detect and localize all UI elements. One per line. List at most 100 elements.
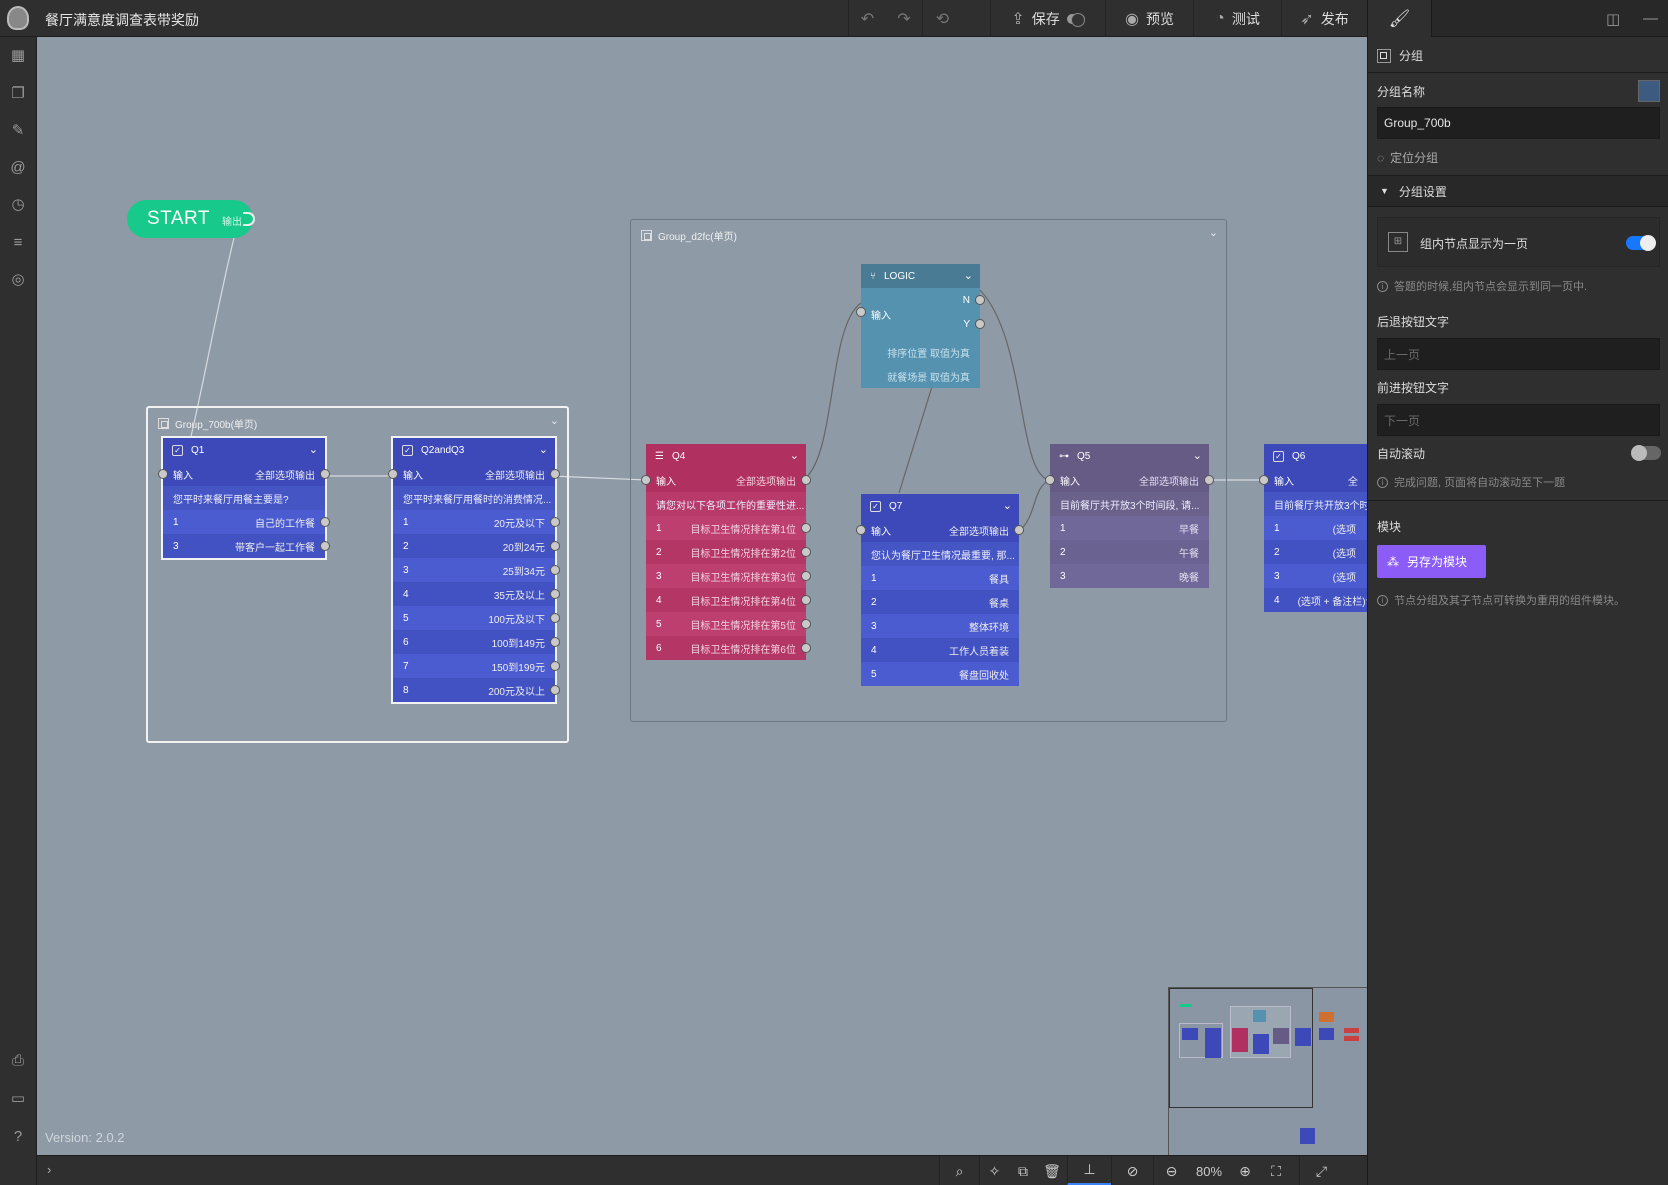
option-port[interactable] — [801, 523, 811, 533]
badge-icon[interactable]: ◎ — [8, 270, 28, 290]
option-port[interactable] — [550, 637, 560, 647]
folder-icon[interactable]: ▭ — [8, 1089, 28, 1109]
input-port[interactable] — [641, 475, 651, 485]
option-port[interactable] — [801, 571, 811, 581]
option-port[interactable] — [320, 541, 330, 551]
y-output-port[interactable] — [975, 319, 985, 329]
print-icon[interactable]: ⎙ — [8, 1051, 28, 1071]
help-icon[interactable]: ? — [8, 1127, 28, 1147]
group-name-input[interactable]: Group_700b — [1377, 107, 1660, 139]
node-q2andq3[interactable]: ✓ Q2andQ3 ⌄ 输入 全部选项输出 您平时来餐厅用餐时的消费情况... 1 20… — [388, 436, 560, 704]
autoscroll-toggle[interactable] — [1631, 445, 1661, 461]
output-port[interactable] — [550, 469, 560, 479]
node-q7[interactable]: ✓ Q7 ⌄ 输入 全部选项输出 您认为餐厅卫生情况最重要, 那... 1 餐具 2 餐桌… — [856, 494, 1024, 686]
minimap-node — [1344, 1028, 1359, 1033]
input-port[interactable] — [1045, 475, 1055, 485]
output-port[interactable] — [320, 469, 330, 479]
start-output-port[interactable] — [243, 212, 255, 226]
fullscreen-button[interactable]: ⤢ — [1299, 1156, 1343, 1185]
copy-button[interactable]: ⧉ — [1009, 1156, 1037, 1185]
option-port[interactable] — [550, 517, 560, 527]
option-port[interactable] — [801, 619, 811, 629]
node-logic[interactable]: ⑂ LOGIC ⌄ 输入 N Y 排序位置 取值为真 就餐场景 取值为真 — [856, 264, 985, 388]
zoom-out-button[interactable]: ⊖ — [1153, 1156, 1189, 1185]
chevron-down-icon[interactable]: ⌄ — [550, 414, 559, 427]
redo-button[interactable]: ↷ — [886, 0, 922, 37]
node-header[interactable]: ⑂ LOGIC ⌄ — [861, 264, 980, 288]
panel-layout-icon[interactable]: ◫ — [1606, 10, 1620, 28]
node-q1[interactable]: ✓ Q1 ⌄ 输入 全部选项输出 您平时来餐厅用餐主要是? 1 自己的工作餐 3 带客户一… — [158, 436, 330, 560]
option-port[interactable] — [550, 613, 560, 623]
search-button[interactable]: ⌕ — [939, 1156, 979, 1185]
n-output-port[interactable] — [975, 295, 985, 305]
option-port[interactable] — [801, 643, 811, 653]
output-port[interactable] — [1204, 475, 1214, 485]
group-color-swatch[interactable] — [1638, 80, 1660, 102]
option-port[interactable] — [550, 685, 560, 695]
option-port[interactable] — [550, 589, 560, 599]
option-port[interactable] — [550, 661, 560, 671]
flow-canvas[interactable]: START 输出 Group_700b(单页) ⌄ Group_d2fc(单页)… — [37, 37, 1367, 1155]
start-node[interactable]: START 输出 — [127, 200, 255, 238]
chevron-down-icon[interactable]: ⌄ — [964, 269, 973, 282]
input-port[interactable] — [388, 469, 398, 479]
input-port[interactable] — [856, 307, 866, 317]
single-page-toggle[interactable] — [1626, 235, 1656, 251]
node-q4[interactable]: ☰ Q4 ⌄ 输入 全部选项输出 请您对以下各项工作的重要性进... 1 目标卫生情况排… — [641, 444, 811, 660]
node-header[interactable]: ✓ Q6 — [1264, 444, 1367, 468]
chevron-down-icon[interactable]: ⌄ — [790, 449, 799, 462]
components-icon[interactable]: ▦ — [8, 46, 28, 66]
history-button[interactable]: ⟲ — [922, 0, 962, 37]
node-q6[interactable]: ✓ Q6 输入 全 目前餐厅共开放3个时 1 (选项 2 (选项 3 (选项 4 (选项 +… — [1259, 444, 1367, 612]
auto-layout-button[interactable]: ✧ — [979, 1156, 1009, 1185]
layers-icon[interactable]: ❐ — [8, 84, 28, 104]
group-settings-header[interactable]: ▼ 分组设置 — [1368, 176, 1668, 206]
back-text-input[interactable]: 上一页 — [1377, 338, 1660, 370]
node-header[interactable]: ⊶ Q5 ⌄ — [1050, 444, 1209, 468]
timer-icon[interactable]: ◷ — [8, 195, 28, 215]
at-icon[interactable]: @ — [8, 158, 28, 178]
next-text-input[interactable]: 下一页 — [1377, 404, 1660, 436]
option-port[interactable] — [801, 547, 811, 557]
chevron-down-icon[interactable]: ⌄ — [309, 443, 318, 456]
autosave-toggle[interactable] — [1066, 12, 1085, 27]
fit-button[interactable]: ⛶ — [1261, 1156, 1291, 1185]
align-button[interactable]: ⊥ — [1067, 1156, 1111, 1185]
zoom-in-button[interactable]: ⊕ — [1229, 1156, 1261, 1185]
minimap-viewport[interactable] — [1169, 988, 1313, 1108]
node-header[interactable]: ✓ Q2andQ3 ⌄ — [393, 438, 555, 462]
option-port[interactable] — [550, 565, 560, 575]
undo-button[interactable]: ↶ — [848, 0, 886, 37]
expand-icon[interactable]: › — [47, 1162, 51, 1177]
node-header[interactable]: ✓ Q1 ⌄ — [163, 438, 325, 462]
delete-button[interactable]: 🗑 — [1037, 1156, 1067, 1185]
minimize-icon[interactable]: — — [1643, 10, 1658, 27]
input-port[interactable] — [1259, 475, 1269, 485]
option-port[interactable] — [320, 517, 330, 527]
tab-style[interactable]: 🖌 — [1368, 0, 1432, 37]
output-port[interactable] — [801, 475, 811, 485]
save-button[interactable]: ⇪ 保存 — [990, 0, 1105, 37]
option-port[interactable] — [550, 541, 560, 551]
save-as-module-button[interactable]: ⁂ 另存为模块 — [1377, 545, 1486, 578]
publish-button[interactable]: ➶ 发布 — [1281, 0, 1367, 37]
locate-group-link[interactable]: ◌ 定位分组 — [1377, 149, 1438, 166]
preview-button[interactable]: ◉ 预览 — [1105, 0, 1193, 37]
input-port[interactable] — [158, 469, 168, 479]
input-port[interactable] — [856, 525, 866, 535]
chevron-down-icon[interactable]: ⌄ — [1209, 226, 1218, 239]
chevron-down-icon[interactable]: ⌄ — [1193, 449, 1202, 462]
option-port[interactable] — [801, 595, 811, 605]
test-button[interactable]: ◔ 测试 — [1193, 0, 1281, 37]
chevron-down-icon[interactable]: ⌄ — [539, 443, 548, 456]
chevron-down-icon[interactable]: ⌄ — [1003, 499, 1012, 512]
node-header[interactable]: ✓ Q7 ⌄ — [861, 494, 1019, 518]
output-port[interactable] — [1014, 525, 1024, 535]
hide-button[interactable]: ⊘ — [1111, 1156, 1153, 1185]
node-header[interactable]: ☰ Q4 ⌄ — [646, 444, 806, 468]
module-label: 模块 — [1377, 520, 1402, 534]
minimap[interactable] — [1168, 987, 1367, 1155]
eyedropper-icon[interactable]: ✎ — [8, 121, 28, 141]
list-icon[interactable]: ≡ — [8, 233, 28, 253]
node-q5[interactable]: ⊶ Q5 ⌄ 输入 全部选项输出 目前餐厅共开放3个时间段, 请... 1 早餐 2 午餐… — [1045, 444, 1214, 588]
